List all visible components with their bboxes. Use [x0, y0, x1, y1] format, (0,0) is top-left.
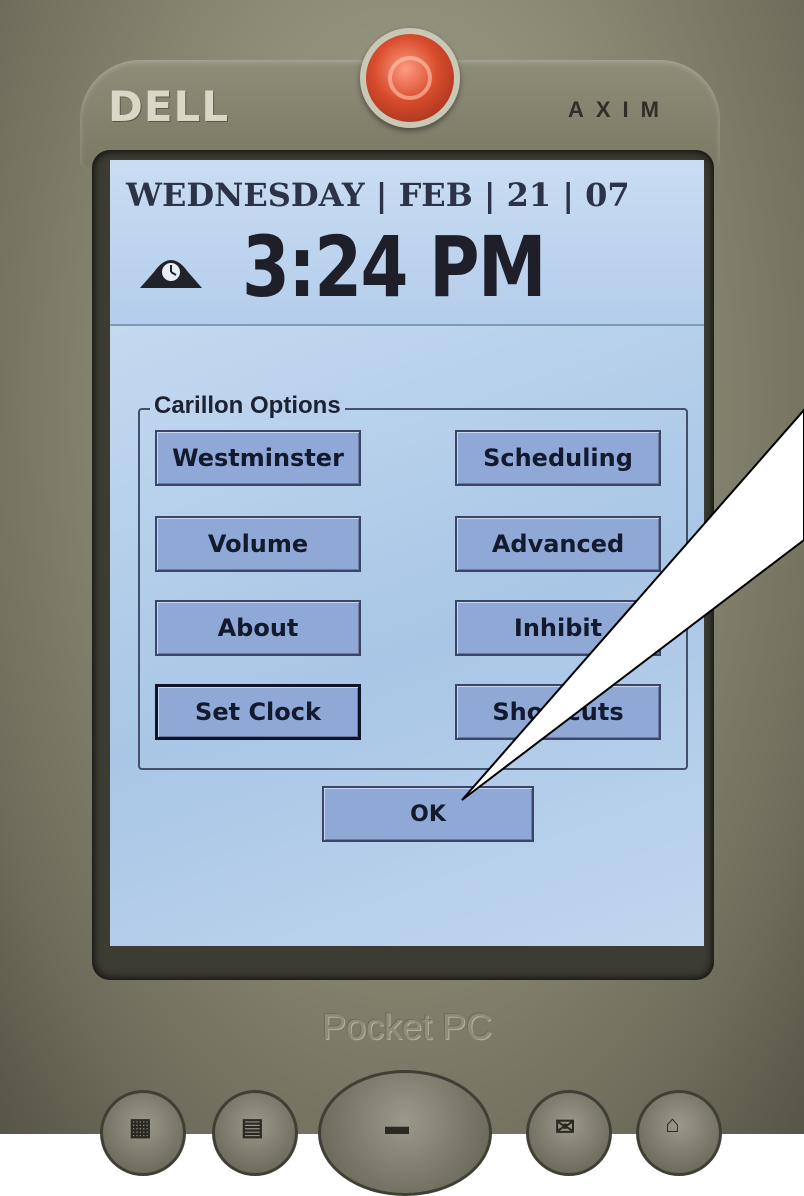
ok-button[interactable]: OK	[322, 786, 534, 842]
about-button[interactable]: About	[155, 600, 361, 656]
westminster-button[interactable]: Westminster	[155, 430, 361, 486]
calendar-icon: ▦	[129, 1114, 152, 1141]
shortcuts-button[interactable]: Shortcuts	[455, 684, 661, 740]
mantel-clock-icon	[140, 260, 202, 288]
home-hardware-button[interactable]: ⌂	[636, 1090, 722, 1176]
scheduling-button[interactable]: Scheduling	[455, 430, 661, 486]
inhibit-button[interactable]: Inhibit	[455, 600, 661, 656]
current-time: 3:24 PM	[242, 218, 547, 316]
pocket-pc-device: DELL AXIM WEDNESDAY | FEB | 21 | 07 3:24…	[0, 0, 804, 1196]
device-screen: WEDNESDAY | FEB | 21 | 07 3:24 PM Carill…	[110, 160, 704, 946]
pocket-pc-label: Pocket PC	[322, 1006, 493, 1047]
contacts-icon: ▤	[241, 1114, 264, 1141]
contacts-hardware-button[interactable]: ▤	[212, 1090, 298, 1176]
inbox-icon: ✉	[555, 1114, 576, 1141]
brand-logo: DELL	[108, 82, 230, 131]
home-icon: ⌂	[665, 1111, 680, 1138]
clock-header: WEDNESDAY | FEB | 21 | 07 3:24 PM	[110, 160, 704, 326]
navigation-pad[interactable]: ▬	[318, 1070, 492, 1196]
navigation-pad-icon: ▬	[385, 1113, 409, 1140]
power-button[interactable]	[360, 28, 460, 128]
carillon-options-title: Carillon Options	[150, 392, 345, 420]
set-clock-button[interactable]: Set Clock	[155, 684, 361, 740]
date-line: WEDNESDAY | FEB | 21 | 07	[126, 176, 630, 214]
inbox-hardware-button[interactable]: ✉	[526, 1090, 612, 1176]
volume-button[interactable]: Volume	[155, 516, 361, 572]
calendar-hardware-button[interactable]: ▦	[100, 1090, 186, 1176]
advanced-button[interactable]: Advanced	[455, 516, 661, 572]
model-label: AXIM	[568, 97, 671, 122]
